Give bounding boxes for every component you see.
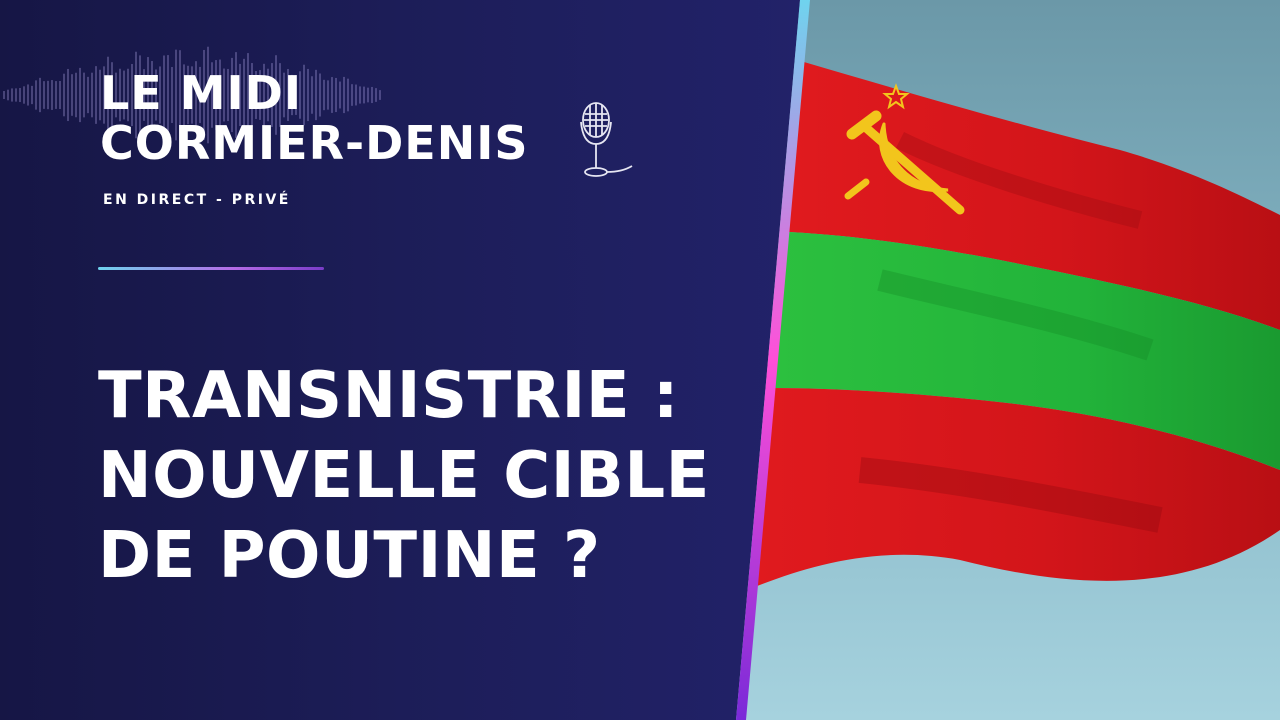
transnistria-flag-photo	[736, 0, 1280, 720]
